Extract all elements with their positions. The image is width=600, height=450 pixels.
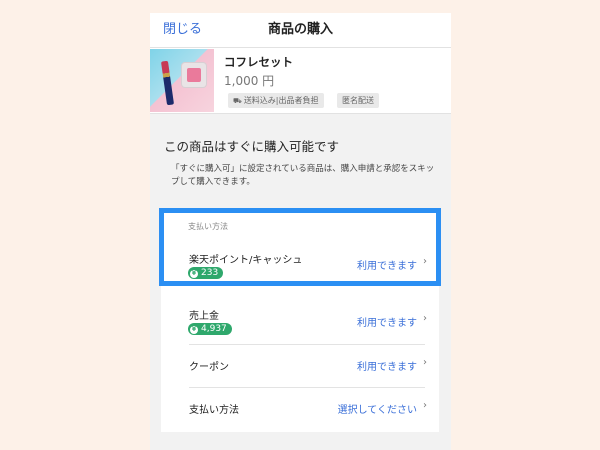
payment-row-action[interactable]: 利用できます — [357, 314, 417, 329]
product-image — [150, 49, 214, 112]
sales-badge: ¥4,937 — [188, 323, 232, 335]
page-title: 商品の購入 — [267, 22, 333, 37]
truck-icon: ⛟ — [233, 97, 242, 105]
payment-row-sales-balance[interactable]: 売上金 ¥4,937 利用できます › — [161, 290, 439, 345]
instant-purchase-description: 「すぐに購入可」に設定されている商品は、購入申請と承認をスキップして購入できます… — [171, 164, 435, 187]
anonymous-shipping-tag: 匿名配送 — [337, 93, 379, 108]
shipping-tag: ⛟ 送料込み|出品者負担 — [228, 93, 324, 108]
header-bar: 閉じる 商品の購入 — [150, 13, 451, 48]
product-price: 1,000 円 — [224, 74, 275, 88]
shipping-tag-label: 送料込み|出品者負担 — [243, 96, 319, 105]
product-name: コフレセット — [224, 55, 293, 69]
chevron-right-icon: › — [423, 313, 427, 324]
payment-row-label: クーポン — [189, 362, 229, 373]
payment-row-method[interactable]: 支払い方法 選択してください › — [161, 388, 439, 432]
chevron-right-icon: › — [423, 400, 427, 411]
payment-row-action[interactable]: 利用できます — [357, 358, 417, 373]
lipstick-shape — [160, 60, 175, 106]
chevron-right-icon: › — [423, 357, 427, 368]
coin-icon: ¥ — [190, 326, 198, 334]
payment-row-action[interactable]: 選択してください — [338, 401, 417, 416]
payment-row-label: 売上金 — [189, 311, 219, 322]
compact-shape — [182, 63, 206, 87]
highlight-box — [159, 208, 441, 286]
payment-row-label: 支払い方法 — [189, 405, 239, 416]
payment-row-coupon[interactable]: クーポン 利用できます › — [161, 345, 439, 387]
instant-purchase-title: この商品はすぐに購入可能です — [164, 139, 340, 154]
sales-value: 4,937 — [201, 324, 227, 334]
product-summary: コフレセット 1,000 円 ⛟ 送料込み|出品者負担 匿名配送 — [150, 48, 451, 114]
